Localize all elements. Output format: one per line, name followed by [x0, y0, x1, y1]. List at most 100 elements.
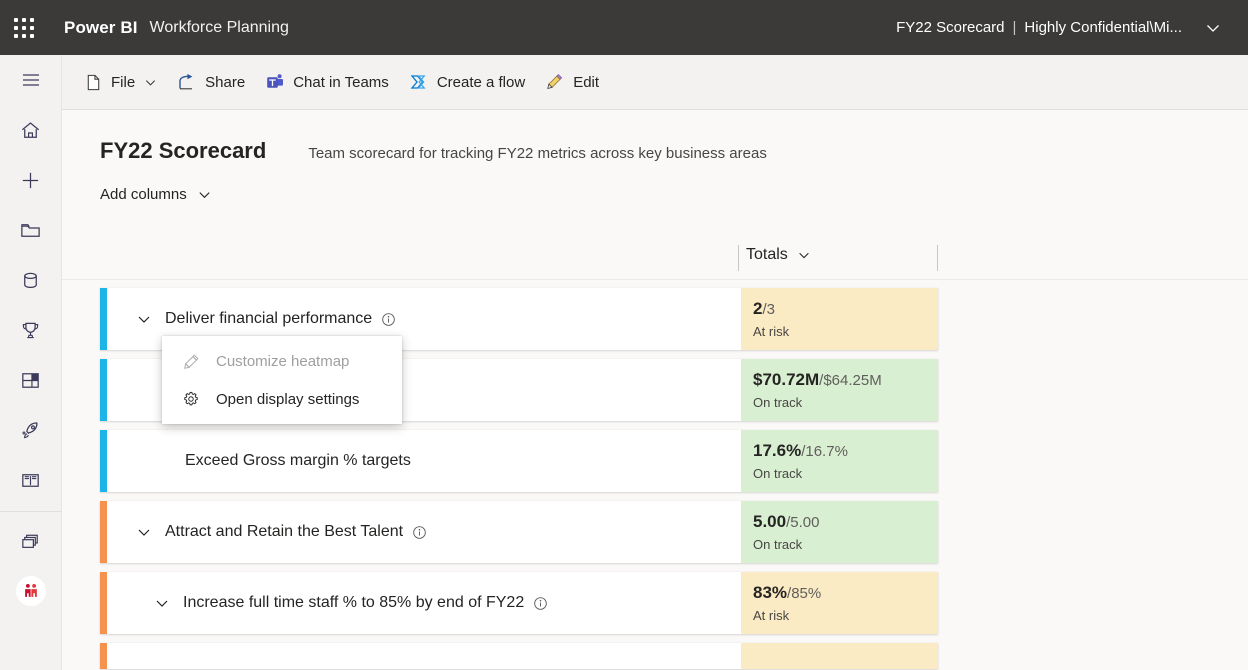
topbar-right-group: FY22 Scorecard | Highly Confidential\Mi...	[896, 0, 1248, 55]
left-nav-rail	[0, 55, 62, 670]
row-accent-bar	[100, 572, 107, 634]
apps-grid-icon	[19, 369, 42, 392]
sidebar-item-apps[interactable]	[0, 355, 62, 405]
home-icon	[19, 119, 42, 142]
row-accent-bar	[100, 430, 107, 492]
status-cell[interactable]: $70.72M/$64.25M On track	[741, 359, 938, 421]
create-a-flow-label: Create a flow	[437, 74, 525, 91]
teams-icon	[265, 72, 285, 92]
sidebar-item-current-workspace[interactable]	[0, 566, 62, 616]
scorecard-canvas: FY22 Scorecard Team scorecard for tracki…	[62, 110, 1248, 670]
row-accent-bar	[100, 359, 107, 421]
brand-title[interactable]: Power BI	[64, 18, 138, 38]
sidebar-item-workspaces[interactable]	[0, 516, 62, 566]
command-bar: File Share Chat in Teams	[62, 55, 1248, 110]
chevron-expand-icon[interactable]	[133, 308, 155, 330]
table-row-partial[interactable]	[100, 643, 938, 669]
row-title: Increase full time staff % to 85% by end…	[183, 594, 524, 612]
sidebar-item-create[interactable]	[0, 155, 62, 205]
row-label-group: Exceed Gross margin % targets	[185, 452, 411, 470]
sidebar-item-metrics[interactable]	[0, 305, 62, 355]
menu-item-label: Open display settings	[216, 391, 359, 408]
scorecard-description: Team scorecard for tracking FY22 metrics…	[308, 145, 767, 162]
create-a-flow-button[interactable]: Create a flow	[399, 63, 535, 101]
sidebar-item-hamburger-menu[interactable]	[0, 55, 62, 105]
report-name-label: FY22 Scorecard	[896, 19, 1004, 36]
sensitivity-label: Highly Confidential\Mi...	[1024, 19, 1182, 36]
status-badge: At risk	[753, 608, 938, 623]
sidebar-item-learn[interactable]	[0, 455, 62, 505]
share-button[interactable]: Share	[167, 63, 255, 101]
plus-icon	[19, 169, 42, 192]
status-badge: On track	[753, 537, 938, 552]
table-row[interactable]: Exceed Gross margin % targets 17.6%/16.7…	[100, 430, 938, 492]
row-accent-bar	[100, 643, 107, 669]
status-cell[interactable]: 17.6%/16.7% On track	[741, 430, 938, 492]
share-label: Share	[205, 74, 245, 91]
table-row[interactable]: Attract and Retain the Best Talent 5.00/…	[100, 501, 938, 563]
current-value: 17.6%	[753, 441, 801, 460]
sidebar-item-data-hub[interactable]	[0, 255, 62, 305]
info-circle-icon[interactable]	[381, 312, 396, 327]
app-launcher-icon[interactable]	[0, 0, 48, 55]
file-label: File	[111, 74, 135, 91]
add-columns-label: Add columns	[100, 186, 187, 203]
status-cell[interactable]	[741, 643, 938, 669]
sidebar-item-browse[interactable]	[0, 205, 62, 255]
row-title: Attract and Retain the Best Talent	[165, 523, 403, 541]
column-divider-left	[738, 245, 739, 271]
info-circle-icon[interactable]	[533, 596, 548, 611]
target-value: /5.00	[786, 514, 819, 531]
menu-item-open-display-settings[interactable]: Open display settings	[162, 380, 402, 418]
target-value: /85%	[787, 585, 821, 602]
stacked-pages-icon	[19, 530, 42, 553]
status-cell[interactable]: 5.00/5.00 On track	[741, 501, 938, 563]
target-value: /$64.25M	[819, 372, 882, 389]
page-title: FY22 Scorecard	[100, 138, 266, 164]
sidebar-item-deployment-pipelines[interactable]	[0, 405, 62, 455]
status-badge: On track	[753, 395, 938, 410]
row-label-group: Increase full time staff % to 85% by end…	[151, 592, 548, 614]
gear-icon	[180, 390, 202, 408]
status-cell[interactable]: 83%/85% At risk	[741, 572, 938, 634]
totals-column-header[interactable]: Totals	[746, 246, 811, 264]
chevron-expand-icon[interactable]	[151, 592, 173, 614]
menu-item-customize-heatmap[interactable]: Customize heatmap	[162, 342, 402, 380]
row-accent-bar	[100, 288, 107, 350]
scorecard-header: FY22 Scorecard Team scorecard for tracki…	[62, 110, 1248, 164]
database-icon	[19, 269, 42, 292]
chevron-down-icon	[144, 76, 157, 89]
value-line: 2/3	[753, 299, 938, 320]
pencil-icon	[545, 72, 565, 92]
chevron-down-icon	[797, 248, 811, 262]
status-cell[interactable]: 2/3 At risk	[741, 288, 938, 350]
edit-button[interactable]: Edit	[535, 63, 609, 101]
status-badge: On track	[753, 466, 938, 481]
top-header-bar: Power BI Workforce Planning FY22 Scoreca…	[0, 0, 1248, 55]
label-separator: |	[1013, 19, 1017, 36]
target-value: /3	[762, 301, 775, 318]
file-menu-button[interactable]: File	[74, 63, 167, 101]
edit-label: Edit	[573, 74, 599, 91]
value-line: 5.00/5.00	[753, 512, 938, 533]
scorecard-table: Totals Deliver financial performance	[62, 236, 1248, 669]
sidebar-item-home[interactable]	[0, 105, 62, 155]
sensitivity-label-group[interactable]: FY22 Scorecard | Highly Confidential\Mi...	[896, 19, 1182, 36]
chevron-down-icon	[197, 187, 212, 202]
chevron-expand-icon[interactable]	[133, 521, 155, 543]
workspace-name[interactable]: Workforce Planning	[150, 19, 289, 37]
value-line: 83%/85%	[753, 583, 938, 604]
chat-in-teams-button[interactable]: Chat in Teams	[255, 63, 399, 101]
row-title: Deliver financial performance	[165, 310, 372, 328]
info-circle-icon[interactable]	[412, 525, 427, 540]
trophy-icon	[19, 319, 42, 342]
chevron-down-icon[interactable]	[1202, 17, 1224, 39]
table-row[interactable]: Increase full time staff % to 85% by end…	[100, 572, 938, 634]
target-value: /16.7%	[801, 443, 848, 460]
share-icon	[177, 72, 197, 92]
app-launcher-grid	[14, 18, 34, 38]
rocket-icon	[19, 419, 42, 442]
menu-item-label: Customize heatmap	[216, 353, 349, 370]
add-columns-button[interactable]: Add columns	[100, 186, 212, 203]
value-line: $70.72M/$64.25M	[753, 370, 938, 391]
